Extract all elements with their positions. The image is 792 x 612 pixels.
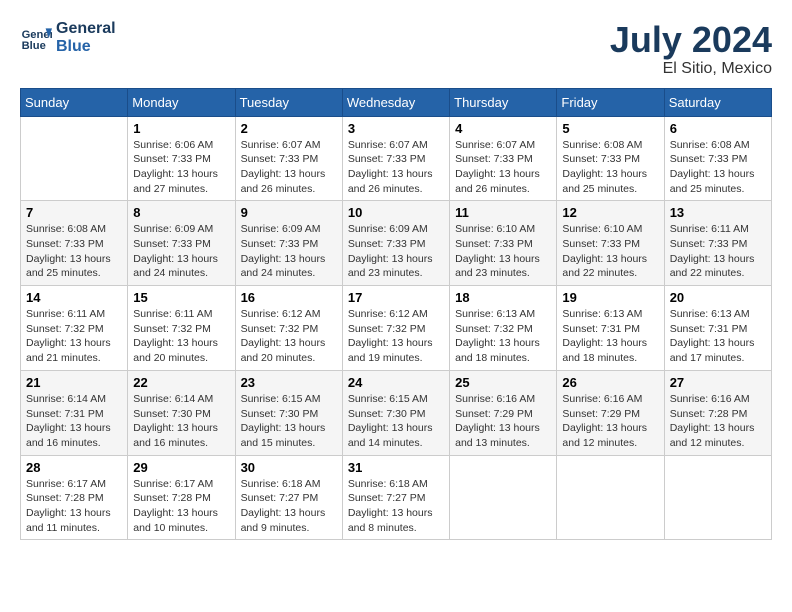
location-subtitle: El Sitio, Mexico <box>610 60 772 78</box>
table-cell: 1 Sunrise: 6:06 AMSunset: 7:33 PMDayligh… <box>128 116 235 201</box>
table-cell: 2 Sunrise: 6:07 AMSunset: 7:33 PMDayligh… <box>235 116 342 201</box>
table-cell <box>664 455 771 540</box>
table-cell: 18 Sunrise: 6:13 AMSunset: 7:32 PMDaylig… <box>450 286 557 371</box>
table-cell: 13 Sunrise: 6:11 AMSunset: 7:33 PMDaylig… <box>664 201 771 286</box>
calendar-table: Sunday Monday Tuesday Wednesday Thursday… <box>20 88 772 541</box>
svg-text:Blue: Blue <box>22 40 46 52</box>
table-cell: 8 Sunrise: 6:09 AMSunset: 7:33 PMDayligh… <box>128 201 235 286</box>
table-cell: 11 Sunrise: 6:10 AMSunset: 7:33 PMDaylig… <box>450 201 557 286</box>
table-cell: 21 Sunrise: 6:14 AMSunset: 7:31 PMDaylig… <box>21 370 128 455</box>
col-sunday: Sunday <box>21 88 128 116</box>
table-cell: 4 Sunrise: 6:07 AMSunset: 7:33 PMDayligh… <box>450 116 557 201</box>
table-row: 7 Sunrise: 6:08 AMSunset: 7:33 PMDayligh… <box>21 201 772 286</box>
table-cell: 17 Sunrise: 6:12 AMSunset: 7:32 PMDaylig… <box>342 286 449 371</box>
col-tuesday: Tuesday <box>235 88 342 116</box>
col-friday: Friday <box>557 88 664 116</box>
table-cell: 29 Sunrise: 6:17 AMSunset: 7:28 PMDaylig… <box>128 455 235 540</box>
table-cell: 28 Sunrise: 6:17 AMSunset: 7:28 PMDaylig… <box>21 455 128 540</box>
table-cell <box>450 455 557 540</box>
table-cell <box>21 116 128 201</box>
table-cell: 12 Sunrise: 6:10 AMSunset: 7:33 PMDaylig… <box>557 201 664 286</box>
table-cell: 30 Sunrise: 6:18 AMSunset: 7:27 PMDaylig… <box>235 455 342 540</box>
logo: General Blue General Blue <box>20 20 116 56</box>
table-cell: 31 Sunrise: 6:18 AMSunset: 7:27 PMDaylig… <box>342 455 449 540</box>
calendar-header-row: Sunday Monday Tuesday Wednesday Thursday… <box>21 88 772 116</box>
table-cell: 16 Sunrise: 6:12 AMSunset: 7:32 PMDaylig… <box>235 286 342 371</box>
table-cell <box>557 455 664 540</box>
table-cell: 14 Sunrise: 6:11 AMSunset: 7:32 PMDaylig… <box>21 286 128 371</box>
table-cell: 27 Sunrise: 6:16 AMSunset: 7:28 PMDaylig… <box>664 370 771 455</box>
col-saturday: Saturday <box>664 88 771 116</box>
table-cell: 22 Sunrise: 6:14 AMSunset: 7:30 PMDaylig… <box>128 370 235 455</box>
table-cell: 6 Sunrise: 6:08 AMSunset: 7:33 PMDayligh… <box>664 116 771 201</box>
table-cell: 3 Sunrise: 6:07 AMSunset: 7:33 PMDayligh… <box>342 116 449 201</box>
table-cell: 25 Sunrise: 6:16 AMSunset: 7:29 PMDaylig… <box>450 370 557 455</box>
col-monday: Monday <box>128 88 235 116</box>
logo-line1: General <box>56 20 116 38</box>
table-cell: 20 Sunrise: 6:13 AMSunset: 7:31 PMDaylig… <box>664 286 771 371</box>
table-cell: 24 Sunrise: 6:15 AMSunset: 7:30 PMDaylig… <box>342 370 449 455</box>
month-year-title: July 2024 <box>610 20 772 60</box>
table-row: 28 Sunrise: 6:17 AMSunset: 7:28 PMDaylig… <box>21 455 772 540</box>
table-cell: 26 Sunrise: 6:16 AMSunset: 7:29 PMDaylig… <box>557 370 664 455</box>
page-header: General Blue General Blue July 2024 El S… <box>20 20 772 78</box>
table-row: 21 Sunrise: 6:14 AMSunset: 7:31 PMDaylig… <box>21 370 772 455</box>
table-cell: 19 Sunrise: 6:13 AMSunset: 7:31 PMDaylig… <box>557 286 664 371</box>
col-wednesday: Wednesday <box>342 88 449 116</box>
table-row: 14 Sunrise: 6:11 AMSunset: 7:32 PMDaylig… <box>21 286 772 371</box>
table-cell: 5 Sunrise: 6:08 AMSunset: 7:33 PMDayligh… <box>557 116 664 201</box>
table-cell: 15 Sunrise: 6:11 AMSunset: 7:32 PMDaylig… <box>128 286 235 371</box>
col-thursday: Thursday <box>450 88 557 116</box>
table-cell: 9 Sunrise: 6:09 AMSunset: 7:33 PMDayligh… <box>235 201 342 286</box>
table-row: 1 Sunrise: 6:06 AMSunset: 7:33 PMDayligh… <box>21 116 772 201</box>
table-cell: 10 Sunrise: 6:09 AMSunset: 7:33 PMDaylig… <box>342 201 449 286</box>
logo-icon: General Blue <box>20 22 52 54</box>
table-cell: 7 Sunrise: 6:08 AMSunset: 7:33 PMDayligh… <box>21 201 128 286</box>
title-area: July 2024 El Sitio, Mexico <box>610 20 772 78</box>
table-cell: 23 Sunrise: 6:15 AMSunset: 7:30 PMDaylig… <box>235 370 342 455</box>
logo-line2: Blue <box>56 38 116 56</box>
